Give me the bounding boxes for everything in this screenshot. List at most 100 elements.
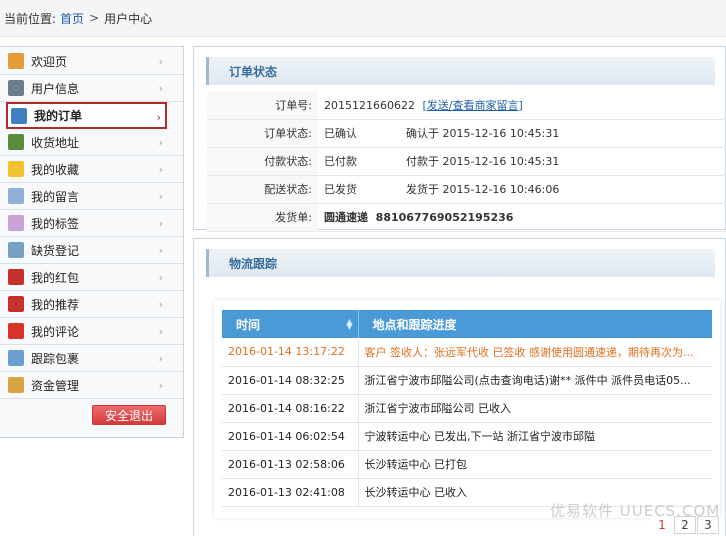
sidebar: 欢迎页 › 用户信息 › 我的订单 › 收货地址 › 我的收藏 › 我的留言 › 我的标签 › 缺货登记 › 我… bbox=[0, 46, 184, 438]
shipping-state-value: 已发货 bbox=[324, 183, 357, 196]
chevron-right-icon: › bbox=[158, 217, 163, 230]
order-number-value: 2015121660622 bbox=[324, 98, 415, 112]
tracking-time: 2016-01-14 13:17:22 bbox=[222, 338, 359, 367]
sidebar-item-label: 跟踪包裹 bbox=[31, 351, 80, 366]
logistics-title: 物流跟踪 bbox=[206, 249, 715, 277]
chevron-right-icon: › bbox=[158, 325, 163, 338]
sort-icon[interactable]: ▲ ▼ bbox=[346, 318, 352, 331]
chevron-right-icon: › bbox=[158, 136, 163, 149]
sidebar-menu: 欢迎页 › 用户信息 › 我的订单 › 收货地址 › 我的收藏 › 我的留言 › 我的标签 › 缺货登记 › 我… bbox=[0, 47, 183, 399]
address-book-icon bbox=[8, 134, 24, 150]
logout-button[interactable]: 安全退出 bbox=[92, 405, 166, 425]
page-3-button[interactable]: 3 bbox=[697, 516, 719, 534]
tracking-number: 881067769052195236 bbox=[375, 211, 514, 224]
chevron-right-icon: › bbox=[158, 163, 163, 176]
register-icon bbox=[8, 242, 24, 258]
merchant-message-link[interactable]: [发送/查看商家留言] bbox=[422, 99, 522, 112]
order-status-title: 订单状态 bbox=[206, 57, 715, 85]
sidebar-item-4[interactable]: 收货地址 › bbox=[0, 129, 183, 156]
sidebar-item-3[interactable]: 我的订单 › bbox=[6, 102, 167, 129]
home-icon bbox=[8, 53, 24, 69]
breadcrumb-current: 用户中心 bbox=[104, 11, 153, 26]
breadcrumb: 当前位置: 首页 > 用户中心 bbox=[0, 0, 726, 37]
sidebar-item-5[interactable]: 我的收藏 › bbox=[0, 156, 183, 183]
chevron-right-icon: › bbox=[158, 82, 163, 95]
shipping-state-time: 发货于 2015-12-16 10:46:06 bbox=[406, 183, 560, 196]
sidebar-item-11[interactable]: 我的评论 › bbox=[0, 318, 183, 345]
sidebar-item-6[interactable]: 我的留言 › bbox=[0, 183, 183, 210]
payment-state-time: 付款于 2015-12-16 10:45:31 bbox=[406, 155, 560, 168]
id-card-icon bbox=[8, 80, 24, 96]
sidebar-item-label: 我的推荐 bbox=[31, 297, 80, 312]
payment-state-label: 付款状态: bbox=[207, 147, 318, 176]
sidebar-item-label: 我的订单 bbox=[34, 109, 83, 123]
sidebar-item-label: 收货地址 bbox=[31, 135, 80, 150]
chevron-right-icon: › bbox=[158, 244, 163, 257]
breadcrumb-home-link[interactable]: 首页 bbox=[60, 10, 84, 27]
order-state-time: 确认于 2015-12-16 10:45:31 bbox=[406, 127, 560, 140]
page-2-button[interactable]: 2 bbox=[674, 516, 696, 534]
chat-bubble-icon bbox=[8, 188, 24, 204]
sidebar-item-label: 我的标签 bbox=[31, 216, 80, 231]
invoice-row: 发货单: 圆通速递 881067769052195236 bbox=[207, 203, 726, 232]
invoice-label: 发货单: bbox=[207, 203, 318, 232]
tracking-time: 2016-01-14 08:16:22 bbox=[222, 394, 359, 423]
order-state-value: 已确认 bbox=[324, 127, 357, 140]
track-icon bbox=[8, 350, 24, 366]
tracking-progress: 浙江省宁波市邱隘公司(点击查询电话)谢** 派件中 派件员电话05... bbox=[358, 366, 712, 395]
chevron-right-icon: › bbox=[158, 379, 163, 392]
tracking-row: 2016-01-14 08:16:22 浙江省宁波市邱隘公司 已收入 bbox=[222, 394, 712, 423]
chevron-right-icon: › bbox=[158, 55, 163, 68]
sidebar-item-8[interactable]: 缺货登记 › bbox=[0, 237, 183, 264]
sidebar-item-label: 用户信息 bbox=[31, 81, 80, 96]
sidebar-item-12[interactable]: 跟踪包裹 › bbox=[0, 345, 183, 372]
shipping-state-label: 配送状态: bbox=[207, 175, 318, 204]
page-1-button[interactable]: 1 bbox=[651, 516, 673, 534]
order-status-table: 订单号: 2015121660622 [发送/查看商家留言] 订单状态: 已确认… bbox=[207, 91, 726, 232]
order-state-label: 订单状态: bbox=[207, 119, 318, 148]
chevron-right-icon: › bbox=[158, 190, 163, 203]
order-status-panel: 订单状态 订单号: 2015121660622 [发送/查看商家留言] 订单状态… bbox=[193, 46, 726, 232]
breadcrumb-separator: > bbox=[89, 11, 100, 25]
tracking-time: 2016-01-13 02:41:08 bbox=[222, 478, 359, 507]
chevron-right-icon: › bbox=[158, 298, 163, 311]
chevron-right-icon: › bbox=[158, 271, 163, 284]
tag-icon bbox=[8, 215, 24, 231]
sidebar-item-label: 我的评论 bbox=[31, 324, 80, 339]
recommend-icon bbox=[8, 296, 24, 312]
tracking-progress: 客户 签收人：张远军代收 已签收 感谢使用圆通速递，期待再次为... bbox=[358, 338, 712, 367]
order-number-row: 订单号: 2015121660622 [发送/查看商家留言] bbox=[207, 91, 726, 120]
sidebar-item-2[interactable]: 用户信息 › bbox=[0, 75, 183, 102]
sidebar-item-label: 我的留言 bbox=[31, 189, 80, 204]
shipping-state-row: 配送状态: 已发货 发货于 2015-12-16 10:46:06 bbox=[207, 175, 726, 204]
payment-state-value: 已付款 bbox=[324, 155, 357, 168]
chevron-right-icon: › bbox=[158, 352, 163, 365]
flag-icon bbox=[8, 323, 24, 339]
tracking-progress: 浙江省宁波市邱隘公司 已收入 bbox=[358, 394, 712, 423]
tracking-row: 2016-01-14 06:02:54 宁波转运中心 已发出,下一站 浙江省宁波市… bbox=[222, 422, 712, 451]
wallet-icon bbox=[8, 377, 24, 393]
sidebar-item-13[interactable]: 资金管理 › bbox=[0, 372, 183, 399]
sidebar-item-label: 资金管理 bbox=[31, 378, 80, 393]
tracking-row: 2016-01-13 02:58:06 长沙转运中心 已打包 bbox=[222, 450, 712, 479]
tracking-header-row: 时间 ▲ ▼ 地点和跟踪进度 bbox=[222, 310, 712, 338]
tracking-progress: 长沙转运中心 已打包 bbox=[358, 450, 712, 479]
time-column-header[interactable]: 时间 ▲ ▼ bbox=[222, 310, 359, 338]
tracking-table: 时间 ▲ ▼ 地点和跟踪进度 2016-01-14 13:17:22 客户 签收人：… bbox=[222, 310, 712, 507]
sidebar-item-label: 我的收藏 bbox=[31, 162, 80, 177]
payment-state-row: 付款状态: 已付款 付款于 2015-12-16 10:45:31 bbox=[207, 147, 726, 176]
red-packet-icon bbox=[8, 269, 24, 285]
order-doc-icon bbox=[11, 107, 27, 124]
progress-column-header: 地点和跟踪进度 bbox=[358, 310, 712, 338]
sidebar-item-10[interactable]: 我的推荐 › bbox=[0, 291, 183, 318]
sidebar-item-7[interactable]: 我的标签 › bbox=[0, 210, 183, 237]
sidebar-item-9[interactable]: 我的红包 › bbox=[0, 264, 183, 291]
tracking-progress: 宁波转运中心 已发出,下一站 浙江省宁波市邱隘 bbox=[358, 422, 712, 451]
courier-name: 圆通速递 bbox=[324, 211, 368, 224]
tracking-row: 2016-01-14 13:17:22 客户 签收人：张远军代收 已签收 感谢使用… bbox=[222, 338, 712, 367]
sidebar-item-label: 我的红包 bbox=[31, 270, 80, 285]
sidebar-item-1[interactable]: 欢迎页 › bbox=[0, 48, 183, 75]
breadcrumb-prefix: 当前位置: bbox=[4, 11, 57, 26]
chevron-right-icon: › bbox=[156, 111, 161, 124]
star-icon bbox=[8, 161, 24, 177]
